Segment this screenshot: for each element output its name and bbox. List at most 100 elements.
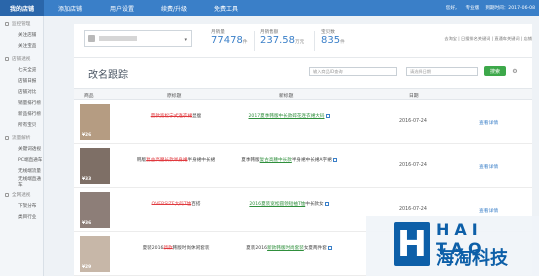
col-new-title: 新标题 xyxy=(279,94,294,99)
sidebar: 监控管理 关注店铺 关注宝品店铺透视七天全览 店铺日报 店铺对比 销量排行榜 新品排行榜 所有… xyxy=(0,16,44,276)
new-title-prefix: 夏季韩版 xyxy=(241,158,260,163)
sidebar-item[interactable]: 所有宝贝 xyxy=(0,119,43,130)
new-title-added: 2017夏季韩版中长款碎花连衣裙大码 xyxy=(248,114,325,119)
nav-renew-upgrade[interactable]: 续费/升级 xyxy=(148,0,200,16)
new-title[interactable]: 2016夏装宽松圆领短袖T恤中长款女 xyxy=(236,201,342,208)
new-title-added: 2016夏装宽松圆领短袖T恤 xyxy=(249,202,306,207)
group-icon xyxy=(5,21,9,26)
sidebar-item[interactable]: 关键词透视 xyxy=(0,143,43,154)
stat-value: 835 xyxy=(321,35,341,46)
sidebar-group-label: 店铺透视 xyxy=(12,56,31,62)
product-thumbnail[interactable]: ¥29 xyxy=(80,236,110,272)
new-title-suffix: 女夏两件套 xyxy=(303,246,327,251)
shop-name-placeholder xyxy=(99,36,137,41)
chevron-down-icon: ▾ xyxy=(184,37,187,43)
brand-my-shop[interactable]: 我的店铺 xyxy=(0,0,44,16)
old-title-suffix: 显瘦 xyxy=(192,114,202,119)
greeting-text: 您好， xyxy=(445,6,460,11)
external-link-icon[interactable] xyxy=(332,157,337,162)
table-row: ¥33 韩版复古高腰长款半身裙半身裙中长裙 夏季韩版复古高腰中长款半身裙中长裙A字裙… xyxy=(74,145,532,188)
old-title-suffix: 韩版时尚休闲套装 xyxy=(172,246,210,251)
external-link-icon[interactable] xyxy=(327,245,332,250)
product-id-search-input[interactable]: 输入商品ID查询 xyxy=(309,67,397,76)
app-root: 我的店铺 添加店铺 用户设置 续费/升级 免费工具 您好， 专业版 到期时间：2… xyxy=(0,0,539,276)
sidebar-item[interactable]: 新品排行榜 xyxy=(0,108,43,119)
old-title: 韩版复古高腰长款半身裙半身裙中长裙 xyxy=(127,157,225,164)
sidebar-group-label: 全网透视 xyxy=(12,192,31,198)
table-row: ¥26 夏款宽松宁式连衣裙显瘦 2017夏季韩版中长款碎花连衣裙大码 2016-07-… xyxy=(74,101,532,144)
sidebar-item[interactable]: 店铺日报 xyxy=(0,75,43,86)
old-title-prefix: 夏装2016 xyxy=(142,246,164,251)
shop-avatar xyxy=(88,35,95,42)
new-title-suffix: 中长款女 xyxy=(305,202,324,207)
gear-icon[interactable]: ⚙ xyxy=(510,67,520,76)
group-icon xyxy=(5,192,9,197)
watermark: H HAI TAO 海淘科技 xyxy=(366,216,539,276)
new-title-suffix: 半身裙中长裙A字裙 xyxy=(291,158,332,163)
nav-free-tools[interactable]: 免费工具 xyxy=(200,0,252,16)
sidebar-item[interactable]: 关注宝品 xyxy=(0,40,43,51)
sidebar-item[interactable]: 下架分布 xyxy=(0,200,43,211)
old-title-removed: OVERSIZE大码T恤 xyxy=(151,202,192,207)
stat-monthly-revenue: 月销售额 237.58万元 xyxy=(260,29,304,46)
price-tag: ¥33 xyxy=(82,177,92,182)
old-title: 夏装2016新款韩版时尚休闲套装 xyxy=(127,245,225,252)
group-icon xyxy=(5,135,9,140)
divider xyxy=(254,31,255,51)
view-details-link[interactable]: 查看详情 xyxy=(479,207,498,214)
version-badge[interactable]: 专业版 xyxy=(466,5,480,11)
view-details-link[interactable]: 查看详情 xyxy=(479,119,498,126)
col-product: 商品 xyxy=(84,94,94,99)
new-title[interactable]: 夏季韩版复古高腰中长款半身裙中长裙A字裙 xyxy=(236,157,342,164)
sidebar-item[interactable]: PC端直通车 xyxy=(0,154,43,165)
old-title: OVERSIZE大码T恤百搭 xyxy=(127,201,225,208)
new-title[interactable]: 2017夏季韩版中长款碎花连衣裙大码 xyxy=(236,113,342,120)
sidebar-group[interactable]: 监控管理 xyxy=(0,18,43,29)
quick-links[interactable]: 去淘宝 | 日搜排名关键词 | 直通车关键词 | 店铺 xyxy=(444,36,532,42)
sidebar-group-label: 流量解析 xyxy=(12,135,31,141)
sidebar-item[interactable]: 店铺对比 xyxy=(0,86,43,97)
new-title-added: 复古高腰中长款 xyxy=(259,158,292,163)
sidebar-group[interactable]: 全网透视 xyxy=(0,189,43,200)
sidebar-item[interactable]: 无线端直通车 xyxy=(0,176,43,188)
view-details-link[interactable]: 查看详情 xyxy=(479,163,498,170)
sidebar-item[interactable]: 关注店铺 xyxy=(0,29,43,40)
account-info: 您好， 专业版 到期时间：2017-06-08 xyxy=(446,5,539,11)
old-title-removed: 复古高腰长款半身裙 xyxy=(146,158,188,163)
nav-user-settings[interactable]: 用户设置 xyxy=(96,0,148,16)
stat-unit: 件 xyxy=(340,40,345,45)
external-link-icon[interactable] xyxy=(324,201,329,206)
divider xyxy=(314,31,315,51)
price-tag: ¥29 xyxy=(82,265,92,270)
search-button[interactable]: 搜索 xyxy=(484,66,506,76)
sidebar-group[interactable]: 店铺透视 xyxy=(0,53,43,64)
stat-value: 77478 xyxy=(211,35,243,46)
change-date: 2016-07-24 xyxy=(399,119,427,124)
product-thumbnail[interactable]: ¥33 xyxy=(80,148,110,184)
price-tag: ¥36 xyxy=(82,221,92,226)
new-title-prefix: 夏装2016 xyxy=(246,246,268,251)
sidebar-item[interactable]: 类目行业 xyxy=(0,211,43,222)
col-old-title: 原标题 xyxy=(167,94,182,99)
shop-selector[interactable]: ▾ xyxy=(84,30,192,47)
old-title-removed: 新款 xyxy=(163,246,173,251)
sidebar-group[interactable]: 流量解析 xyxy=(0,132,43,143)
stat-value: 237.58 xyxy=(260,35,295,46)
product-thumbnail[interactable]: ¥26 xyxy=(80,104,110,140)
external-link-icon[interactable] xyxy=(325,113,330,118)
sidebar-item[interactable]: 无线端流量 xyxy=(0,165,43,176)
stat-unit: 万元 xyxy=(295,40,305,45)
group-icon xyxy=(5,56,9,61)
old-title-removed: 夏款宽松宁式连衣裙 xyxy=(150,114,193,119)
stat-item-count: 宝贝数 835件 xyxy=(321,29,345,46)
nav-add-shop[interactable]: 添加店铺 xyxy=(44,0,96,16)
sidebar-item[interactable]: 销量排行榜 xyxy=(0,97,43,108)
product-thumbnail[interactable]: ¥36 xyxy=(80,192,110,228)
date-picker-input[interactable]: 请选择日期 xyxy=(406,67,478,76)
top-navbar: 我的店铺 添加店铺 用户设置 续费/升级 免费工具 您好， 专业版 到期时间：2… xyxy=(0,0,539,16)
old-title-suffix: 百搭 xyxy=(191,202,201,207)
new-title[interactable]: 夏装2016新款韩版时尚套装女夏两件套 xyxy=(236,245,342,252)
change-date: 2016-07-24 xyxy=(399,207,427,212)
price-tag: ¥26 xyxy=(82,133,92,138)
sidebar-item[interactable]: 七天全览 xyxy=(0,64,43,75)
